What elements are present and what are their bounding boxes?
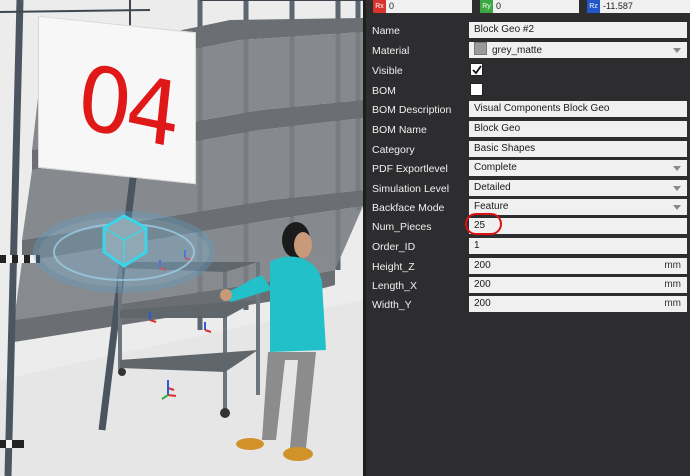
rz-tag: Rz xyxy=(587,0,600,13)
length-x-value: 200 xyxy=(474,279,491,290)
backface-mode-select[interactable]: Feature xyxy=(469,199,687,215)
rotation-row: Rx 0 Ry 0 Rz -11.587 xyxy=(372,0,690,13)
ry-tag: Ry xyxy=(480,0,493,13)
width-y-unit: mm xyxy=(664,298,681,309)
prop-backface-mode: Backface Mode Feature xyxy=(366,199,687,217)
rx-value[interactable]: 0 xyxy=(386,0,472,13)
chevron-down-icon[interactable] xyxy=(673,205,681,210)
prop-visible: Visible xyxy=(366,62,687,80)
chevron-down-icon[interactable] xyxy=(673,186,681,191)
width-y-value: 200 xyxy=(474,298,491,309)
chevron-down-icon[interactable] xyxy=(673,48,681,53)
prop-simulation-level: Simulation Level Detailed xyxy=(366,180,687,198)
prop-pdf-exportlevel: PDF Exportlevel Complete xyxy=(366,160,687,178)
backface-mode-label: Backface Mode xyxy=(372,202,445,214)
bom-checkbox[interactable] xyxy=(470,83,483,96)
material-label: Material xyxy=(372,45,410,57)
height-z-input[interactable]: 200 mm xyxy=(469,258,687,274)
prop-bom-name: BOM Name Block Geo xyxy=(366,121,687,139)
category-input[interactable]: Basic Shapes xyxy=(469,141,687,157)
simulation-level-label: Simulation Level xyxy=(372,183,450,195)
width-y-input[interactable]: 200 mm xyxy=(469,296,687,312)
material-value: grey_matte xyxy=(492,45,543,56)
bom-label: BOM xyxy=(372,85,396,97)
prop-height-z: Height_Z 200 mm xyxy=(366,258,687,276)
ry-field[interactable]: Ry 0 xyxy=(480,0,579,13)
length-x-unit: mm xyxy=(664,279,681,290)
prop-name: Name Block Geo #2 xyxy=(366,22,687,40)
checkmark-icon xyxy=(472,65,482,75)
bom-description-label: BOM Description xyxy=(372,104,452,116)
sign-number: 04 xyxy=(72,44,181,169)
rz-field[interactable]: Rz -11.587 xyxy=(587,0,690,13)
height-z-unit: mm xyxy=(664,260,681,271)
visible-label: Visible xyxy=(372,65,403,77)
order-id-input[interactable]: 1 xyxy=(469,238,687,254)
ry-value[interactable]: 0 xyxy=(493,0,579,13)
length-x-label: Length_X xyxy=(372,280,417,292)
material-select[interactable]: grey_matte xyxy=(469,42,687,58)
num-pieces-highlight-ring xyxy=(465,213,502,235)
prop-length-x: Length_X 200 mm xyxy=(366,277,687,295)
simulation-level-value: Detailed xyxy=(474,182,511,193)
rx-field[interactable]: Rx 0 xyxy=(373,0,472,13)
num-pieces-label: Num_Pieces xyxy=(372,221,432,233)
bom-description-input[interactable]: Visual Components Block Geo xyxy=(469,101,687,117)
name-input[interactable]: Block Geo #2 xyxy=(469,22,687,38)
bom-name-input[interactable]: Block Geo xyxy=(469,121,687,137)
prop-bom-description: BOM Description Visual Components Block … xyxy=(366,101,687,119)
order-id-label: Order_ID xyxy=(372,241,416,253)
height-z-label: Height_Z xyxy=(372,261,415,273)
pdf-exportlevel-label: PDF Exportlevel xyxy=(372,163,448,175)
prop-num-pieces: Num_Pieces 25 xyxy=(366,218,687,236)
rz-value[interactable]: -11.587 xyxy=(600,0,690,13)
bom-name-label: BOM Name xyxy=(372,124,427,136)
backface-mode-value: Feature xyxy=(474,201,509,212)
category-label: Category xyxy=(372,144,415,156)
prop-order-id: Order_ID 1 xyxy=(366,238,687,256)
chevron-down-icon[interactable] xyxy=(673,166,681,171)
simulation-level-select[interactable]: Detailed xyxy=(469,180,687,196)
pdf-exportlevel-value: Complete xyxy=(474,162,517,173)
prop-material: Material grey_matte xyxy=(366,42,687,60)
prop-category: Category Basic Shapes xyxy=(366,141,687,159)
3d-viewport[interactable]: 04 xyxy=(0,0,363,476)
sign-board: 04 xyxy=(38,15,196,185)
prop-bom: BOM xyxy=(366,82,687,100)
prop-width-y: Width_Y 200 mm xyxy=(366,296,687,314)
material-swatch-icon xyxy=(474,42,487,55)
name-label: Name xyxy=(372,25,401,37)
width-y-label: Width_Y xyxy=(372,299,412,311)
pdf-exportlevel-select[interactable]: Complete xyxy=(469,160,687,176)
height-z-value: 200 xyxy=(474,260,491,271)
properties-panel: Rx 0 Ry 0 Rz -11.587 Name Block Geo #2 M… xyxy=(363,0,690,476)
visible-checkbox[interactable] xyxy=(470,63,483,76)
rx-tag: Rx xyxy=(373,0,386,13)
length-x-input[interactable]: 200 mm xyxy=(469,277,687,293)
